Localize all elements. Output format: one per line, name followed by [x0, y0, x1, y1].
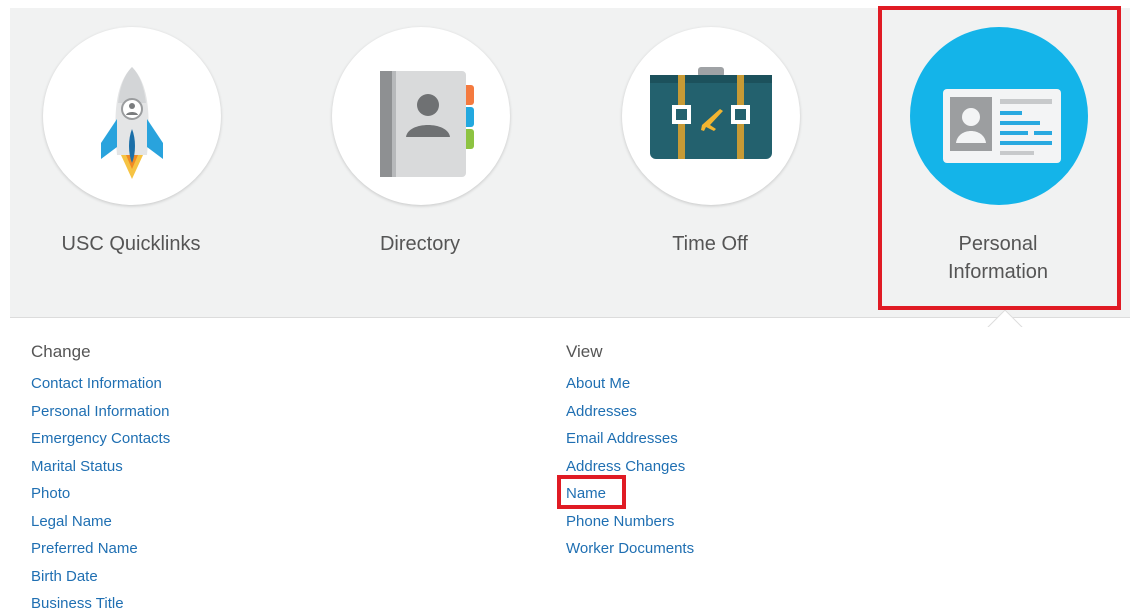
app-launcher-bar: USC Quicklinks Directory Time Off Person…: [10, 8, 1130, 318]
app-tile-personal-information[interactable]: Personal Information: [878, 8, 1118, 318]
change-link-list: Contact Information Personal Information…: [31, 370, 170, 609]
list-item: Address Changes: [566, 453, 694, 481]
list-item: Preferred Name: [31, 535, 170, 563]
link-contact-information[interactable]: Contact Information: [31, 375, 162, 392]
app-tile-circle-selected: [910, 27, 1088, 205]
app-tile-label: Personal Information: [947, 233, 1049, 283]
rocket-icon: [101, 67, 163, 179]
link-legal-name[interactable]: Legal Name: [31, 513, 112, 530]
link-birth-date[interactable]: Birth Date: [31, 568, 98, 585]
link-business-title[interactable]: Business Title: [31, 595, 124, 609]
list-item: Worker Documents: [566, 535, 694, 563]
list-item: Addresses: [566, 398, 694, 426]
app-tile-circle: [332, 27, 510, 205]
link-worker-documents[interactable]: Worker Documents: [566, 540, 694, 557]
app-tile-time-off[interactable]: Time Off: [590, 8, 830, 318]
address-book-icon: [380, 71, 474, 177]
list-item: Email Addresses: [566, 425, 694, 453]
list-item: Personal Information: [31, 398, 170, 426]
list-item: Marital Status: [31, 453, 170, 481]
app-tile-label: Time Off: [672, 233, 748, 255]
view-link-list: About Me Addresses Email Addresses Addre…: [566, 370, 694, 563]
app-tile-label: USC Quicklinks: [61, 233, 201, 255]
list-item: Contact Information: [31, 370, 170, 398]
list-item: Phone Numbers: [566, 508, 694, 536]
link-about-me[interactable]: About Me: [566, 375, 630, 392]
app-tile-circle: [43, 27, 221, 205]
list-item: Business Title: [31, 590, 170, 609]
list-item: Name: [566, 480, 694, 508]
link-photo[interactable]: Photo: [31, 485, 70, 502]
app-tile-label: Directory: [379, 233, 460, 255]
link-emergency-contacts[interactable]: Emergency Contacts: [31, 430, 170, 447]
change-heading: Change: [31, 342, 91, 361]
app-tile-directory[interactable]: Directory: [300, 8, 540, 318]
list-item: About Me: [566, 370, 694, 398]
list-item: Photo: [31, 480, 170, 508]
list-item: Legal Name: [31, 508, 170, 536]
id-card-icon: [943, 89, 1061, 163]
link-personal-information[interactable]: Personal Information: [31, 403, 169, 420]
view-heading: View: [566, 342, 603, 361]
list-item: Emergency Contacts: [31, 425, 170, 453]
link-name[interactable]: Name: [566, 485, 606, 502]
list-item: Birth Date: [31, 563, 170, 591]
link-marital-status[interactable]: Marital Status: [31, 458, 123, 475]
link-preferred-name[interactable]: Preferred Name: [31, 540, 138, 557]
view-column: View About Me Addresses Email Addresses …: [566, 340, 694, 563]
link-addresses[interactable]: Addresses: [566, 403, 637, 420]
app-tile-circle: [622, 27, 800, 205]
app-tile-usc-quicklinks[interactable]: USC Quicklinks: [11, 8, 251, 318]
link-phone-numbers[interactable]: Phone Numbers: [566, 513, 674, 530]
suitcase-icon: [650, 67, 772, 159]
selected-app-pointer: [982, 305, 1026, 327]
change-column: Change Contact Information Personal Info…: [31, 340, 170, 609]
link-address-changes[interactable]: Address Changes: [566, 458, 685, 475]
link-email-addresses[interactable]: Email Addresses: [566, 430, 678, 447]
